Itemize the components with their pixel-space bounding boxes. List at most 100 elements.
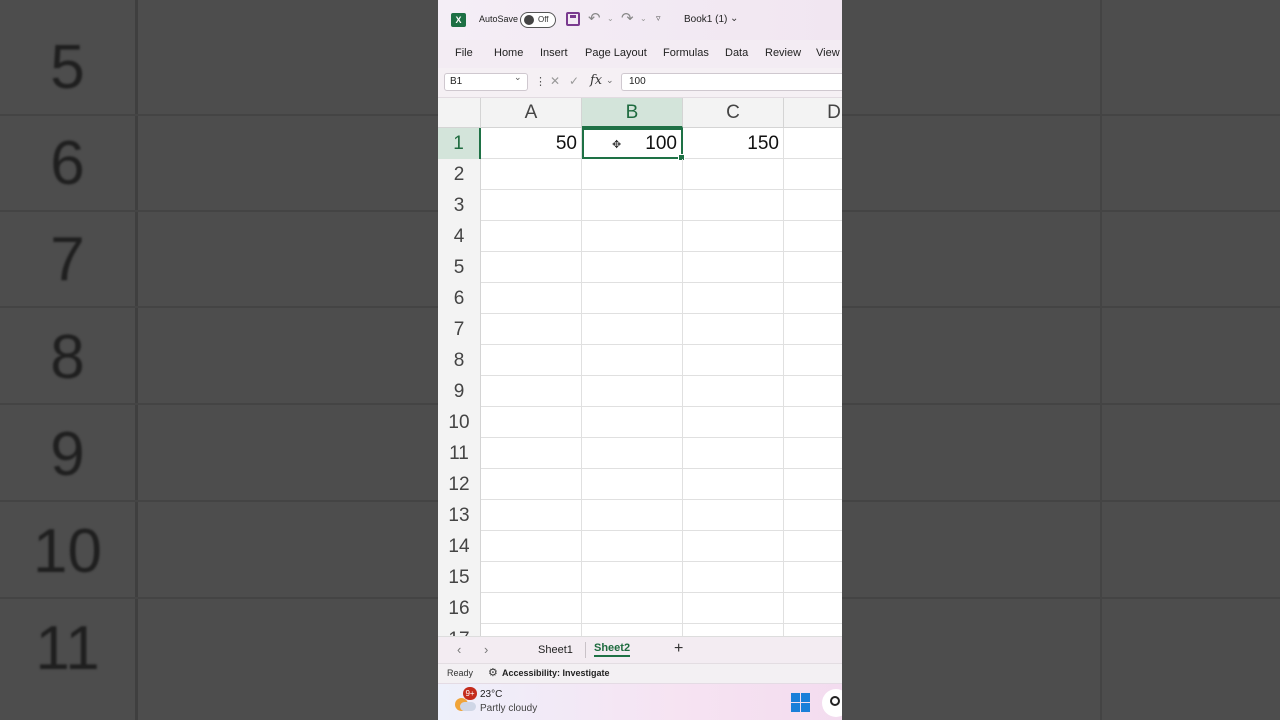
weather-condition[interactable]: Partly cloudy <box>480 703 537 714</box>
cell-b1[interactable]: ✥ 100 <box>582 128 685 161</box>
cell-a16[interactable] <box>481 593 582 624</box>
windows-start-icon[interactable] <box>791 693 810 712</box>
row-header-12[interactable]: 12 <box>438 469 481 500</box>
cell-d17[interactable] <box>784 624 842 636</box>
chevron-down-icon[interactable]: ⌄ <box>514 72 522 83</box>
row-header-11[interactable]: 11 <box>438 438 481 469</box>
cell-c5[interactable] <box>683 252 784 283</box>
cell-d16[interactable] <box>784 593 842 624</box>
row-header-5[interactable]: 5 <box>438 252 481 283</box>
cell-c12[interactable] <box>683 469 784 500</box>
cell-d9[interactable] <box>784 376 842 407</box>
cell-c7[interactable] <box>683 314 784 345</box>
cell-a17[interactable] <box>481 624 582 636</box>
tab-home[interactable]: Home <box>494 47 523 59</box>
tab-formulas[interactable]: Formulas <box>663 47 709 59</box>
cell-a12[interactable] <box>481 469 582 500</box>
cell-b15[interactable] <box>582 562 683 593</box>
chevron-right-icon[interactable]: › <box>484 642 488 657</box>
column-header-a[interactable]: A <box>481 98 582 128</box>
cell-b13[interactable] <box>582 500 683 531</box>
cell-b2[interactable] <box>582 159 683 190</box>
cell-d3[interactable] <box>784 190 842 221</box>
row-header-3[interactable]: 3 <box>438 190 481 221</box>
row-header-17[interactable]: 17 <box>438 624 481 636</box>
column-header-c[interactable]: C <box>683 98 784 128</box>
cell-b14[interactable] <box>582 531 683 562</box>
cell-b5[interactable] <box>582 252 683 283</box>
row-header-8[interactable]: 8 <box>438 345 481 376</box>
cell-a15[interactable] <box>481 562 582 593</box>
cell-a11[interactable] <box>481 438 582 469</box>
cell-a7[interactable] <box>481 314 582 345</box>
chevron-down-icon[interactable]: ⌄ <box>606 75 614 86</box>
tab-review[interactable]: Review <box>765 47 801 59</box>
tab-file[interactable]: File <box>455 47 473 59</box>
chevron-down-icon[interactable]: ⌄ <box>730 13 738 24</box>
tab-view[interactable]: View <box>816 47 840 59</box>
cell-d2[interactable] <box>784 159 842 190</box>
cell-c15[interactable] <box>683 562 784 593</box>
enter-icon[interactable]: ✓ <box>569 74 579 88</box>
sheet-tab-sheet2[interactable]: Sheet2 <box>594 642 631 657</box>
customize-quick-access-icon[interactable]: ▿ <box>656 13 661 24</box>
cell-d6[interactable] <box>784 283 842 314</box>
worksheet-grid[interactable]: A B C D 1 50 ✥ 100 150 2 3 4 5 6 7 8 9 10 11 12 13 14 15 16… <box>438 98 842 636</box>
cell-a10[interactable] <box>481 407 582 438</box>
cell-b4[interactable] <box>582 221 683 252</box>
cell-b3[interactable] <box>582 190 683 221</box>
more-icon[interactable]: ⋮ <box>535 75 546 88</box>
sheet-tab-sheet1[interactable]: Sheet1 <box>538 644 573 656</box>
cell-c10[interactable] <box>683 407 784 438</box>
row-header-14[interactable]: 14 <box>438 531 481 562</box>
cell-d14[interactable] <box>784 531 842 562</box>
cell-a9[interactable] <box>481 376 582 407</box>
cell-b16[interactable] <box>582 593 683 624</box>
column-header-b[interactable]: B <box>582 98 683 128</box>
cell-b12[interactable] <box>582 469 683 500</box>
cell-d4[interactable] <box>784 221 842 252</box>
cell-d15[interactable] <box>784 562 842 593</box>
cell-c14[interactable] <box>683 531 784 562</box>
save-icon[interactable] <box>566 12 580 26</box>
cell-b6[interactable] <box>582 283 683 314</box>
add-sheet-button[interactable]: + <box>674 640 683 658</box>
cell-c6[interactable] <box>683 283 784 314</box>
undo-icon[interactable]: ↶ <box>588 9 601 27</box>
cell-c17[interactable] <box>683 624 784 636</box>
tab-insert[interactable]: Insert <box>540 47 568 59</box>
cell-c13[interactable] <box>683 500 784 531</box>
chevron-down-icon[interactable]: ⌄ <box>607 14 614 23</box>
insert-function-icon[interactable]: fx <box>590 73 602 88</box>
cancel-icon[interactable]: ✕ <box>550 74 560 88</box>
row-header-15[interactable]: 15 <box>438 562 481 593</box>
tab-data[interactable]: Data <box>725 47 748 59</box>
cell-a6[interactable] <box>481 283 582 314</box>
cell-d13[interactable] <box>784 500 842 531</box>
autosave-toggle[interactable]: Off <box>520 12 556 28</box>
row-header-13[interactable]: 13 <box>438 500 481 531</box>
row-header-10[interactable]: 10 <box>438 407 481 438</box>
select-all-corner[interactable] <box>438 98 481 128</box>
formula-input[interactable]: 100 <box>621 73 842 91</box>
row-header-7[interactable]: 7 <box>438 314 481 345</box>
column-header-d[interactable]: D <box>784 98 842 128</box>
row-header-4[interactable]: 4 <box>438 221 481 252</box>
redo-icon[interactable]: ↷ <box>621 9 634 27</box>
cell-a14[interactable] <box>481 531 582 562</box>
cell-b11[interactable] <box>582 438 683 469</box>
cell-c8[interactable] <box>683 345 784 376</box>
cell-c1[interactable]: 150 <box>683 128 784 159</box>
search-button[interactable] <box>822 689 842 717</box>
row-header-9[interactable]: 9 <box>438 376 481 407</box>
cell-b10[interactable] <box>582 407 683 438</box>
cell-b9[interactable] <box>582 376 683 407</box>
chevron-left-icon[interactable]: ‹ <box>457 642 461 657</box>
cell-c16[interactable] <box>683 593 784 624</box>
cell-a8[interactable] <box>481 345 582 376</box>
cell-c9[interactable] <box>683 376 784 407</box>
cell-c3[interactable] <box>683 190 784 221</box>
cell-c2[interactable] <box>683 159 784 190</box>
cell-d8[interactable] <box>784 345 842 376</box>
cell-d12[interactable] <box>784 469 842 500</box>
